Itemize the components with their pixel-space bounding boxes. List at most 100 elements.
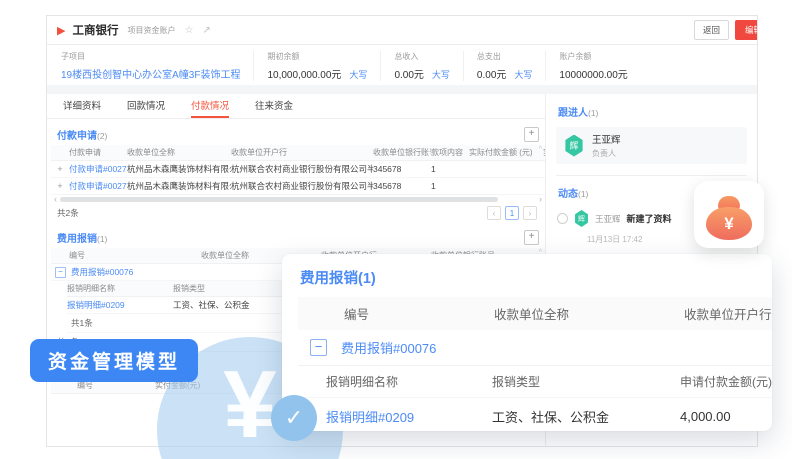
popup-expense-row: − 费用报销#00076 — [298, 330, 772, 366]
moneybag-icon: ¥ — [706, 196, 752, 240]
payment-link[interactable]: 付款申请#00274 — [69, 163, 127, 175]
column-header: 收款单位全称 — [127, 147, 231, 158]
tab-bar: 详细资料 回款情况 付款情况 往来资金 — [47, 94, 545, 119]
payment-section-header: 付款申请(2) + — [51, 119, 545, 145]
field-value: 0.00元 — [394, 66, 423, 81]
avatar: 辉 — [564, 135, 584, 157]
column-header: 报销类型 — [492, 373, 680, 390]
payment-table-header: 付款申请 收款单位全称 收款单位开户行 收款单位银行账号 款项内容 实际付款金额… — [51, 145, 545, 161]
pagination: ‹ 1 › — [487, 206, 537, 220]
scroll-left-icon[interactable]: ‹ — [54, 195, 57, 204]
popup-count: (1) — [358, 271, 376, 287]
expense-link[interactable]: 费用报销#00076 — [71, 266, 133, 278]
follower-name: 王亚辉 — [592, 132, 621, 146]
timeline-clock-icon — [557, 213, 568, 224]
column-header: 申请付款金额(元) — [680, 373, 772, 390]
cell-content: 1 — [431, 181, 469, 191]
edit-button[interactable]: 编辑 — [735, 20, 758, 40]
field-account-balance: 账户余额 10000000.00元 — [545, 51, 640, 81]
field-label: 期初余额 — [267, 51, 367, 62]
payment-table-footer: 共2条 ‹ 1 › — [51, 204, 545, 222]
field-subproject: 子项目 19楼西投创智中心办公室A幢3F装饰工程 — [61, 51, 253, 81]
scrollbar-track[interactable] — [60, 197, 536, 202]
summary-bar: 子项目 19楼西投创智中心办公室A幢3F装饰工程 期初余额 10,000,000… — [47, 45, 757, 85]
row-collapser[interactable]: − — [310, 339, 327, 356]
row-expander[interactable]: + — [51, 164, 69, 174]
row-expander[interactable]: + — [51, 181, 69, 191]
uppercase-link[interactable]: 大写 — [514, 68, 532, 81]
cell-bank: 杭州联合农村商业银行股份有限公司半山支行 — [231, 180, 373, 192]
field-opening-balance: 期初余额 10,000,000.00元 大写 — [253, 51, 380, 81]
section-title-text: 费用报销 — [57, 234, 97, 245]
tab-current-funds[interactable]: 往来资金 — [255, 94, 293, 118]
tab-payments[interactable]: 付款情况 — [191, 94, 229, 118]
follower-role: 负责人 — [592, 148, 621, 159]
check-badge-icon: ✓ — [271, 395, 317, 441]
column-header: 实际付款日期 — [543, 147, 545, 158]
back-button[interactable]: 返回 — [694, 20, 729, 40]
follower-card[interactable]: 辉 王亚辉 负责人 — [556, 127, 747, 164]
activity-actor: 王亚辉 — [595, 213, 621, 225]
account-type-label: 项目资金账户 — [127, 25, 175, 36]
screenshot-stage: ▶ 工商银行 项目资金账户 ☆ ↗ 返回 编辑 子项目 19楼西投创智中心办公室… — [0, 0, 792, 459]
column-header: 报销明细名称 — [67, 283, 173, 294]
favorite-star-icon[interactable]: ☆ — [184, 25, 193, 36]
cell-payee: 杭州品木森鹰装饰材料有限公司 — [127, 180, 231, 192]
payment-row-2: + 付款申请#00272 杭州品木森鹰装饰材料有限公司 杭州联合农村商业银行股份… — [51, 178, 545, 195]
field-label: 账户余额 — [559, 51, 627, 62]
moneybag-card: ¥ — [694, 181, 764, 248]
cell-content: 1 — [431, 164, 469, 174]
popup-expense-link[interactable]: 费用报销#00076 — [341, 338, 436, 357]
expense-detail-link[interactable]: 报销明细#0209 — [67, 299, 173, 311]
prev-page-button[interactable]: ‹ — [487, 206, 501, 220]
field-value: 10000000.00元 — [559, 66, 627, 81]
column-header: 编号 — [69, 250, 201, 261]
page-number[interactable]: 1 — [505, 206, 519, 220]
field-label: 总收入 — [394, 51, 449, 62]
cell-amount: 4,000.00 — [680, 409, 772, 424]
column-header: 收款单位银行账号 — [373, 147, 431, 158]
cell-payee: 杭州品木森鹰装饰材料有限公司 — [127, 163, 231, 175]
yuan-symbol: ¥ — [223, 357, 276, 459]
cell-account: 345678 — [373, 181, 431, 191]
popup-title-text: 费用报销 — [300, 271, 358, 287]
activity-count: (1) — [578, 189, 588, 199]
scroll-right-icon[interactable]: › — [539, 195, 542, 204]
tab-details[interactable]: 详细资料 — [63, 94, 101, 118]
cell-bank: 杭州联合农村商业银行股份有限公司半山支行 — [231, 163, 373, 175]
payment-link[interactable]: 付款申请#00272 — [69, 180, 127, 192]
column-header: 报销明细名称 — [326, 373, 492, 390]
activity-title-text: 动态 — [558, 189, 578, 200]
column-header: 实际付款金额 (元) — [469, 147, 543, 158]
subproject-link[interactable]: 19楼西投创智中心办公室A幢3F装饰工程 — [61, 66, 240, 81]
field-value: 10,000,000.00元 — [267, 66, 341, 81]
bank-name: 工商银行 — [72, 22, 118, 38]
row-collapser[interactable]: − — [55, 267, 66, 278]
add-expense-button[interactable]: + — [524, 230, 539, 245]
payment-section-title: 付款申请(2) — [57, 127, 107, 142]
followers-count: (1) — [588, 108, 598, 118]
follower-info: 王亚辉 负责人 — [592, 132, 621, 159]
uppercase-link[interactable]: 大写 — [349, 68, 367, 81]
column-header: 款项内容 — [431, 147, 469, 158]
next-page-button[interactable]: › — [523, 206, 537, 220]
scrollbar-thumb[interactable] — [60, 197, 498, 202]
horizontal-scrollbar: ‹ › — [51, 195, 545, 204]
uppercase-link[interactable]: 大写 — [432, 68, 450, 81]
popup-detail-link[interactable]: 报销明细#0209 — [326, 407, 492, 426]
avatar: 辉 — [574, 210, 589, 227]
scroll-up-icon[interactable]: ^ — [539, 146, 542, 153]
expand-icon[interactable]: ↗ — [202, 25, 210, 36]
activity-action: 新建了资料 — [627, 212, 672, 225]
topbar-actions: 返回 编辑 — [694, 16, 757, 44]
popup-subtable-header: 报销明细名称 报销类型 申请付款金额(元) — [298, 366, 772, 398]
add-payment-button[interactable]: + — [524, 127, 539, 142]
tab-collections[interactable]: 回款情况 — [127, 94, 165, 118]
column-header: 编号 — [298, 304, 494, 323]
popup-sub-row: 报销明细#0209 工资、社保、公积金 4,000.00 — [298, 398, 772, 431]
field-total-expense: 总支出 0.00元 大写 — [463, 51, 545, 81]
followers-title: 跟进人(1) — [558, 104, 747, 119]
section-divider-band — [47, 85, 757, 94]
payment-row-1: + 付款申请#00274 杭州品木森鹰装饰材料有限公司 杭州联合农村商业银行股份… — [51, 161, 545, 178]
column-header: 报销类型 — [173, 283, 293, 294]
